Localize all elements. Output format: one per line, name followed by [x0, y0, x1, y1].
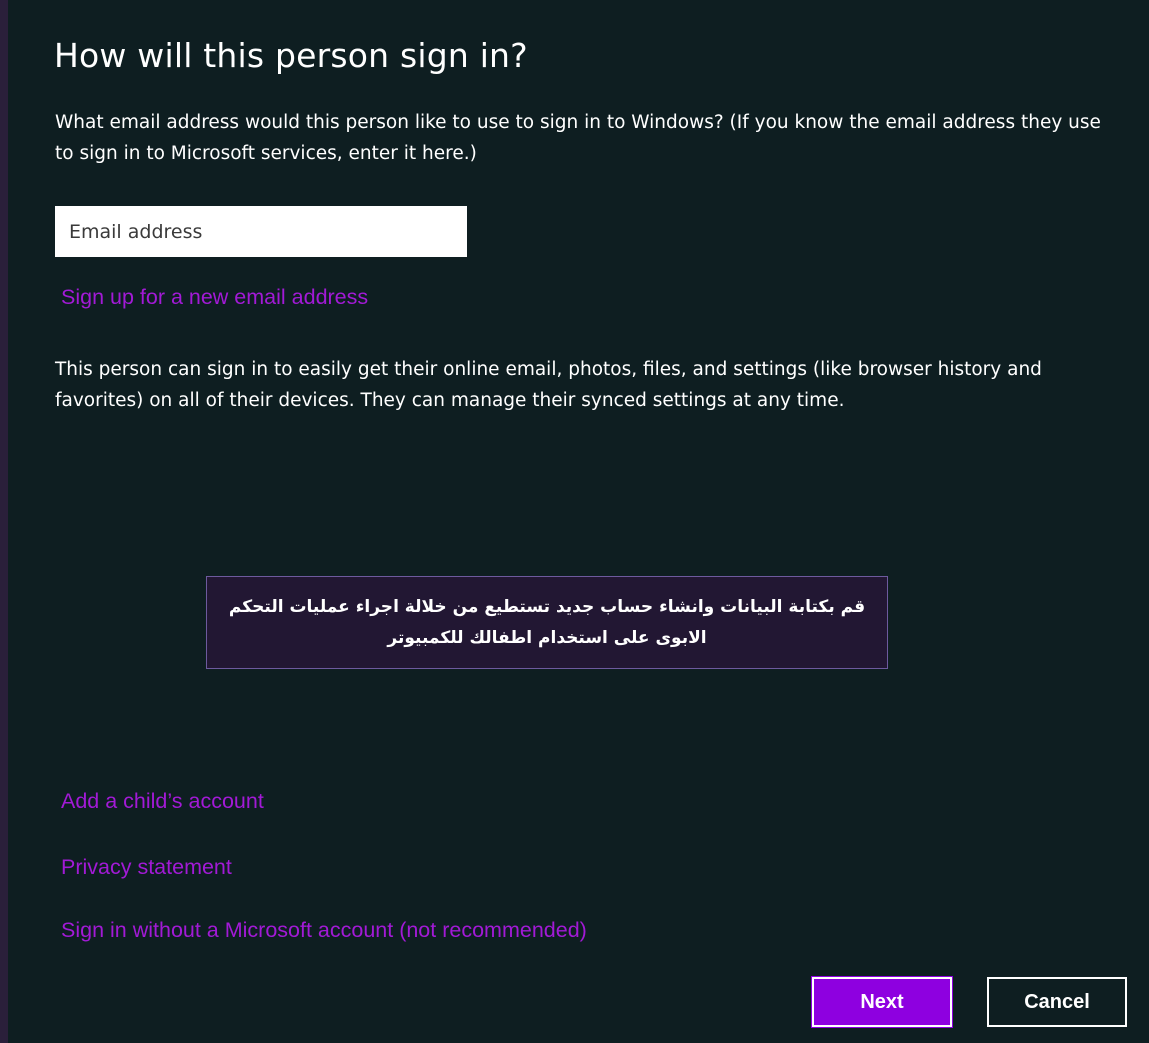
dialog-description: What email address would this person lik… [55, 112, 1101, 164]
privacy-statement-link[interactable]: Privacy statement [61, 855, 232, 880]
next-button[interactable]: Next [811, 976, 953, 1028]
dialog-window: How will this person sign in? What email… [8, 0, 1149, 1043]
sync-info-text: This person can sign in to easily get th… [55, 359, 1042, 411]
annotation-box: قم بكتابة البيانات وانشاء حساب جديد تستط… [206, 576, 888, 669]
sign-in-without-microsoft-account-link[interactable]: Sign in without a Microsoft account (not… [61, 918, 587, 943]
email-address-input[interactable] [55, 206, 467, 257]
cancel-button[interactable]: Cancel [987, 977, 1127, 1027]
sign-up-new-email-link[interactable]: Sign up for a new email address [61, 285, 368, 310]
add-child-account-link[interactable]: Add a child’s account [61, 789, 264, 814]
dialog-title: How will this person sign in? [54, 36, 528, 75]
annotation-text: قم بكتابة البيانات وانشاء حساب جديد تستط… [228, 596, 866, 648]
